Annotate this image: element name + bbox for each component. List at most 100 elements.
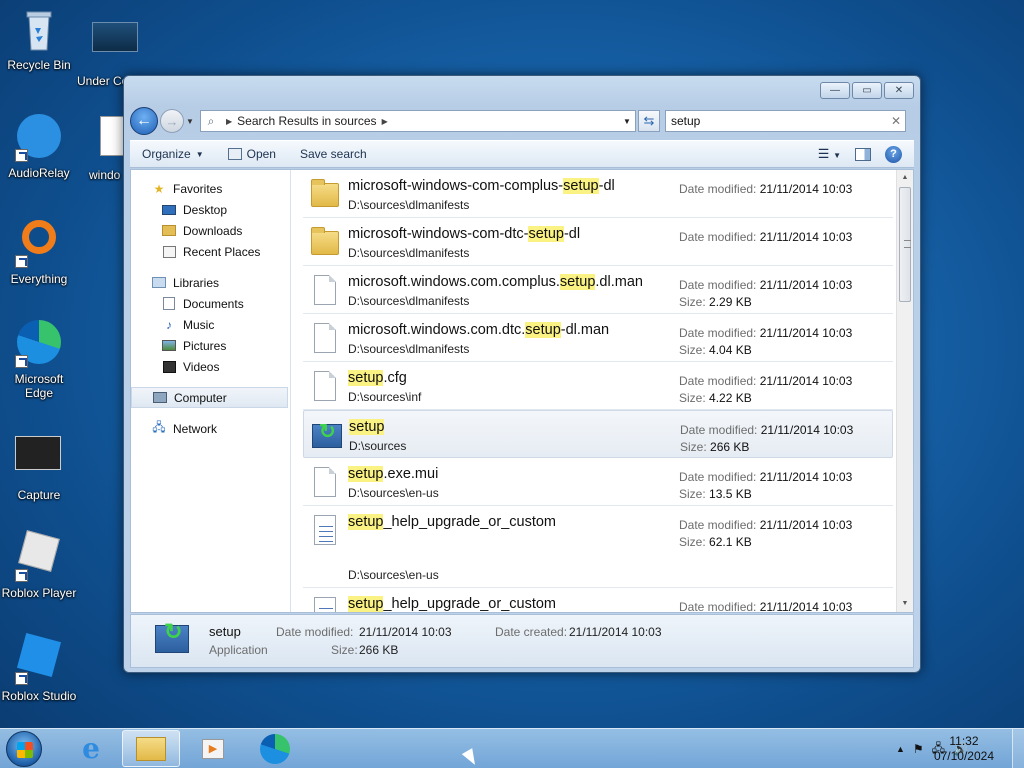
result-modified-label: Date modified: [679,374,757,388]
taskbar-explorer-icon[interactable] [122,730,180,767]
edge-icon[interactable]: Microsoft Edge [0,318,78,400]
nav-pictures[interactable]: Pictures [131,335,290,356]
edge-label: Microsoft Edge [14,372,64,400]
close-button[interactable]: ✕ [884,82,914,99]
address-dropdown-icon[interactable]: ▼ [619,117,635,126]
result-name: microsoft-windows-com-complus-setup-dl [348,178,615,194]
favorites-group: ★ Favorites Desktop Downloads Recent Plac… [131,178,290,262]
result-modified-value: 21/11/2014 10:03 [759,374,853,388]
taskbar-media-player-icon[interactable]: ▶ [184,730,242,767]
result-row[interactable]: microsoft.windows.com.dtc.setup-dl.man D:… [303,314,893,362]
minimize-button[interactable]: — [820,82,850,99]
result-row[interactable]: setup_help_upgrade_or_custom D:\sources\e… [303,506,893,588]
start-button[interactable] [6,731,42,767]
address-bar[interactable]: ⌕ ▶ Search Results in sources ▶ ▼ [200,110,636,132]
nav-documents[interactable]: Documents [131,293,290,314]
vertical-scrollbar[interactable]: ▲ ▼ [896,170,913,612]
open-button[interactable]: Open [216,141,288,167]
clear-search-icon[interactable]: ✕ [887,114,905,128]
scroll-down-icon[interactable]: ▼ [897,596,913,612]
result-row[interactable]: setup D:\sources Date modified: 21/11/2014… [303,410,893,458]
result-row[interactable]: microsoft.windows.com.complus.setup.dl.m… [303,266,893,314]
result-row[interactable]: microsoft-windows-com-dtc-setup-dl D:\sou… [303,218,893,266]
breadcrumb-chevron-icon[interactable]: ▶ [221,117,237,126]
capture-icon[interactable]: Capture [0,432,78,502]
view-options-icon[interactable]: ☰ ▼ [818,146,841,162]
scroll-up-icon[interactable]: ▲ [897,170,913,186]
result-meta: Date modified: 21/11/2014 10:03 Size: 62.… [679,517,852,551]
nav-computer[interactable]: Computer [131,387,288,408]
refresh-button[interactable]: ⇆ [638,110,660,132]
roblox-studio-icon[interactable]: Roblox Studio [0,632,78,703]
result-row[interactable]: microsoft-windows-com-complus-setup-dl D:… [303,170,893,218]
under-concurr-image [92,22,140,70]
action-center-flag-icon[interactable]: ⚑ [913,742,924,756]
nav-videos-label: Videos [183,359,220,374]
nav-downloads-label: Downloads [183,223,243,238]
result-size-label: Size: [679,343,706,357]
taskbar: e ▶ ▲ ⚑ 🖧 🔊 11:32 07/10/2024 [0,728,1024,768]
forward-arrow-icon: → [165,113,179,129]
result-modified-value: 21/11/2014 10:03 [759,470,853,484]
breadcrumb-chevron-icon[interactable]: ▶ [377,117,393,126]
nav-network[interactable]: 🖧 Network [131,418,290,439]
maximize-button[interactable]: ▭ [852,82,882,99]
result-name: microsoft.windows.com.dtc.setup-dl.man [348,322,609,338]
nav-recent-places[interactable]: Recent Places [131,241,290,262]
windo-icon[interactable]: windo [78,112,128,182]
back-button[interactable]: ← [130,107,158,135]
result-path: D:\sources [349,439,407,453]
help-icon[interactable]: ? [885,145,902,163]
result-row[interactable]: setup.exe.mui D:\sources\en-us Date modifi… [303,458,893,506]
forward-button[interactable]: → [160,109,184,133]
everything-label: Everything [10,272,68,286]
network-icon: 🖧 [152,420,166,434]
result-modified-label: Date modified: [679,278,757,292]
result-size-label: Size: [679,487,706,501]
scrollbar-thumb[interactable] [899,187,911,302]
result-path: D:\sources\dlmanifests [348,342,470,356]
result-name-match: setup [348,370,384,386]
result-size-label: Size: [679,391,706,405]
taskbar-edge-icon[interactable] [246,730,304,767]
result-row[interactable]: setup.cfg D:\sources\inf Date modified: 21… [303,362,893,410]
show-desktop-button[interactable] [1012,729,1024,768]
clock[interactable]: 11:32 07/10/2024 [934,734,994,764]
search-icon: ⌕ [207,113,215,128]
recycle-bin-icon[interactable]: Recycle Bin [0,6,78,72]
nav-libraries[interactable]: Libraries [131,272,290,293]
result-name-suffix: .dl.man [595,274,643,290]
everything-image [15,220,63,268]
result-name-match: setup [348,596,384,612]
organize-button[interactable]: Organize ▼ [130,141,216,167]
nav-videos[interactable]: Videos [131,356,290,377]
command-bar: Organize ▼ Open Save search ☰ ▼ ? [130,140,914,168]
audiorelay-icon[interactable]: AudioRelay [0,112,78,180]
nav-desktop[interactable]: Desktop [131,199,290,220]
details-size-label: Size: [331,643,358,657]
details-created-label: Date created: [495,625,568,639]
roblox-player-icon[interactable]: Roblox Player [0,528,78,600]
close-icon: ✕ [894,84,904,96]
result-size-value: 62.1 KB [709,535,752,549]
refresh-icon: ⇆ [643,113,655,128]
result-modified-value: 21/11/2014 10:03 [759,600,853,612]
nav-favorites[interactable]: ★ Favorites [131,178,290,199]
show-hidden-icons-icon[interactable]: ▲ [896,744,905,754]
result-modified-value: 21/11/2014 10:03 [759,182,853,196]
content-area: ★ Favorites Desktop Downloads Recent Plac… [130,169,914,613]
preview-pane-icon[interactable] [855,147,871,161]
everything-icon[interactable]: Everything [0,216,78,286]
result-name: setup.cfg [348,370,407,386]
recent-pages-dropdown[interactable]: ▼ [186,117,196,126]
nav-downloads[interactable]: Downloads [131,220,290,241]
taskbar-ie-icon[interactable]: e [62,730,120,767]
save-search-button[interactable]: Save search [288,141,379,167]
breadcrumb[interactable]: Search Results in sources [237,114,376,128]
search-input[interactable]: setup ✕ [665,110,906,132]
navigation-pane: ★ Favorites Desktop Downloads Recent Plac… [131,170,291,612]
setup-application-icon [155,619,189,653]
result-row[interactable]: setup_help_upgrade_or_custom Date modifie… [303,588,893,612]
nav-music[interactable]: ♪ Music [131,314,290,335]
result-path: D:\sources\en-us [348,568,439,582]
